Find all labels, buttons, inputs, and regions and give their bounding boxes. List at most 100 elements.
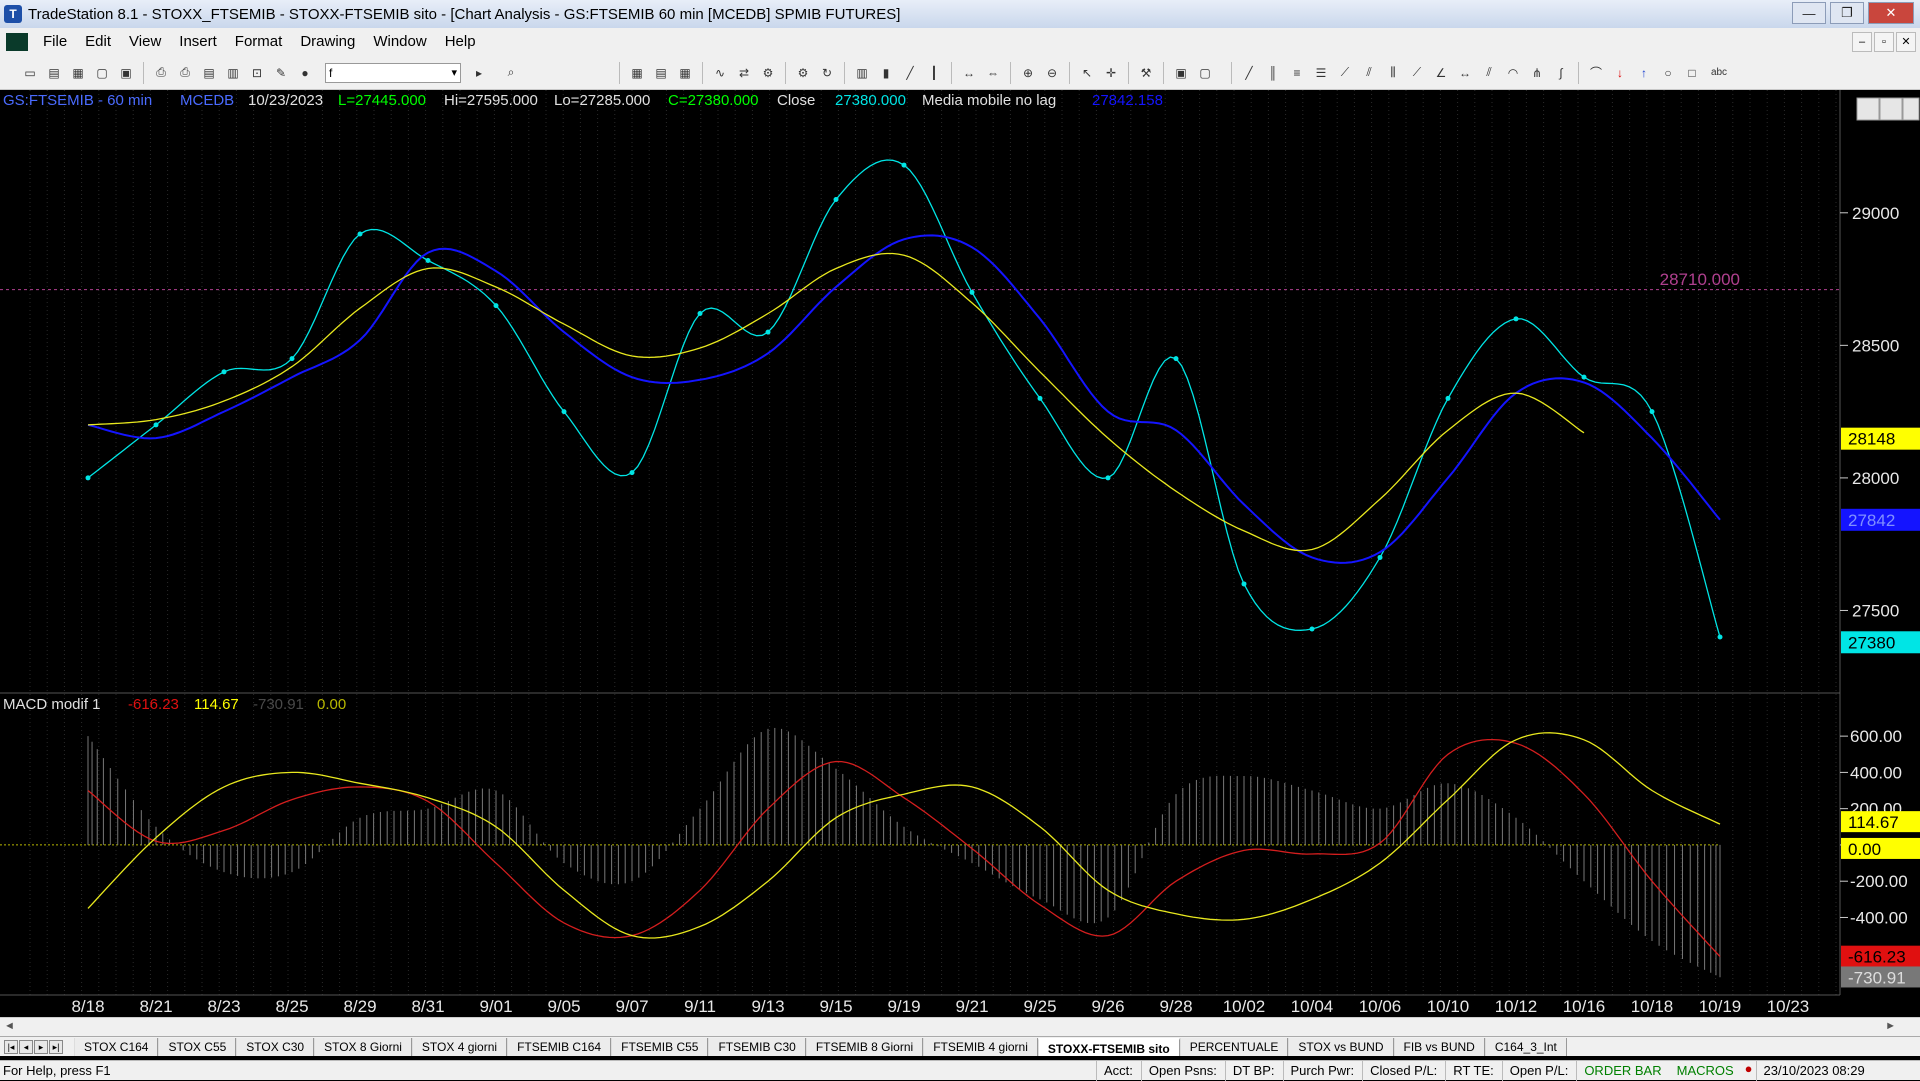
zoom-in-icon[interactable]: ⊕	[1018, 63, 1038, 83]
scroll-right-icon[interactable]: ►	[1885, 1020, 1896, 1032]
tab-first-icon[interactable]: |◂	[4, 1039, 18, 1054]
menu-view[interactable]: View	[120, 28, 170, 56]
freehand-icon[interactable]: ∫	[1551, 63, 1571, 83]
zoom-out-icon[interactable]: ⊖	[1042, 63, 1062, 83]
tab-stox-c55[interactable]: STOX C55	[158, 1037, 237, 1056]
pane-close-icon[interactable]	[1902, 97, 1920, 121]
tab-c164-3-int[interactable]: C164_3_Int	[1484, 1037, 1567, 1056]
arrow-down-icon[interactable]: ↓	[1610, 63, 1630, 83]
andrews-icon[interactable]: ⫽	[1359, 63, 1379, 83]
gann-icon[interactable]: ⫼	[1383, 63, 1403, 83]
menu-format[interactable]: Format	[226, 28, 292, 56]
tools-icon[interactable]: ⚒	[1136, 63, 1156, 83]
expand-icon[interactable]: ↔	[959, 63, 979, 83]
menu-edit[interactable]: Edit	[76, 28, 120, 56]
close-icon[interactable]: ✕	[1868, 2, 1914, 24]
hline-arrow-icon[interactable]: ↔	[1455, 63, 1475, 83]
tab-stox-c164[interactable]: STOX C164	[74, 1037, 159, 1056]
chart-area[interactable]: 27500280002850029000600.00400.00200.000.…	[0, 90, 1920, 1020]
color-icon[interactable]: ●	[295, 63, 315, 83]
insert-indicator-icon[interactable]: ∿	[710, 63, 730, 83]
doc-minimize-icon[interactable]: –	[1852, 32, 1872, 52]
format-symbol-icon[interactable]: ⚙	[793, 63, 813, 83]
chart-style-icon[interactable]: ▦	[627, 63, 647, 83]
curve-icon[interactable]: ⌒	[1586, 63, 1606, 83]
menu-file[interactable]: File	[34, 28, 76, 56]
bar-chart-icon[interactable]: ▥	[852, 63, 872, 83]
scroll-left-icon[interactable]: ◄	[4, 1020, 15, 1032]
print-icon[interactable]: ⎙	[151, 63, 171, 83]
pitchfork-icon[interactable]: ⋔	[1527, 63, 1547, 83]
grid-icon[interactable]: ▦	[675, 63, 695, 83]
tradestation-app-icon[interactable]: T	[4, 5, 22, 23]
lock-icon[interactable]: ⊡	[247, 63, 267, 83]
compress-icon[interactable]: ⇔	[983, 63, 1003, 83]
pane-restore-icon[interactable]	[1879, 97, 1903, 121]
doc-close-icon[interactable]: ✕	[1896, 32, 1916, 52]
new-icon[interactable]: ▭	[20, 63, 40, 83]
menu-drawing[interactable]: Drawing	[291, 28, 364, 56]
tab-ftsemib-c164[interactable]: FTSEMIB C164	[507, 1037, 612, 1056]
tab-percentuale[interactable]: PERCENTUALE	[1179, 1037, 1289, 1056]
ohlc-icon[interactable]: ┃	[924, 63, 944, 83]
tab-stoxx-ftsemib-sito[interactable]: STOXX-FTSEMIB sito	[1037, 1037, 1180, 1056]
macros-button[interactable]: MACROS	[1670, 1061, 1742, 1081]
vertical-lines-icon[interactable]: ║	[1263, 63, 1283, 83]
workspace-icon[interactable]: ▣	[1171, 63, 1191, 83]
tab-stox-4-giorni[interactable]: STOX 4 giorni	[411, 1037, 508, 1056]
arrow-up-icon[interactable]: ↑	[1634, 63, 1654, 83]
refresh-icon[interactable]: ↻	[817, 63, 837, 83]
drawing-icon[interactable]: ✎	[271, 63, 291, 83]
speed-lines-icon[interactable]: ⟋	[1335, 63, 1355, 83]
tab-stox-8-giorni[interactable]: STOX 8 Giorni	[314, 1037, 412, 1056]
symbol-input[interactable]: f	[325, 62, 461, 83]
tab-ftsemib-8-giorni[interactable]: FTSEMIB 8 Giorni	[805, 1037, 924, 1056]
horizontal-line-icon[interactable]: ≡	[1287, 63, 1307, 83]
tab-next-icon[interactable]: ▸	[34, 1039, 48, 1054]
rectangle-icon[interactable]: □	[1682, 63, 1702, 83]
menu-window[interactable]: Window	[364, 28, 435, 56]
pane-minimize-icon[interactable]	[1856, 97, 1880, 121]
print-preview-icon[interactable]: ⎙	[175, 63, 195, 83]
text-icon[interactable]: abc	[1706, 63, 1732, 83]
go-icon[interactable]: ▸	[469, 63, 489, 83]
horizontal-scrollbar[interactable]: ◄ ►	[0, 1017, 1920, 1036]
restore-icon[interactable]: ❐	[1830, 2, 1864, 24]
tab-prev-icon[interactable]: ◂	[19, 1039, 33, 1054]
doc-restore-icon[interactable]: ▫	[1874, 32, 1894, 52]
price-chart-svg[interactable]: 27500280002850029000600.00400.00200.000.…	[0, 90, 1920, 1017]
copy-icon[interactable]: ▥	[223, 63, 243, 83]
open-icon[interactable]: ▤	[44, 63, 64, 83]
cut-icon[interactable]: ▤	[199, 63, 219, 83]
menu-insert[interactable]: Insert	[170, 28, 226, 56]
save-icon[interactable]: ▣	[116, 63, 136, 83]
menu-help[interactable]: Help	[436, 28, 485, 56]
tab-last-icon[interactable]: ▸|	[49, 1039, 63, 1054]
chart-window-icon[interactable]	[6, 33, 28, 51]
angle-icon[interactable]: ∠	[1431, 63, 1451, 83]
minimize-icon[interactable]: —	[1792, 2, 1826, 24]
tab-ftsemib-4-giorni[interactable]: FTSEMIB 4 giorni	[923, 1037, 1038, 1056]
fib-icon[interactable]: ☰	[1311, 63, 1331, 83]
pointer-icon[interactable]: ↖	[1077, 63, 1097, 83]
tab-ftsemib-c55[interactable]: FTSEMIB C55	[611, 1037, 709, 1056]
tab-stox-vs-bund[interactable]: STOX vs BUND	[1288, 1037, 1394, 1056]
format-icon[interactable]: ⚙	[758, 63, 778, 83]
ellipse-icon[interactable]: ○	[1658, 63, 1678, 83]
channel-icon[interactable]: ⫽	[1479, 63, 1499, 83]
tab-fib-vs-bund[interactable]: FIB vs BUND	[1393, 1037, 1485, 1056]
regression-icon[interactable]: ⟋	[1407, 63, 1427, 83]
arc-icon[interactable]: ◠	[1503, 63, 1523, 83]
tab-ftsemib-c30[interactable]: FTSEMIB C30	[708, 1037, 806, 1056]
line-chart-icon[interactable]: ╱	[900, 63, 920, 83]
save-all-icon[interactable]: ▦	[68, 63, 88, 83]
tab-stox-c30[interactable]: STOX C30	[236, 1037, 315, 1056]
data-window-icon[interactable]: ▤	[651, 63, 671, 83]
insert-strategy-icon[interactable]: ⇄	[734, 63, 754, 83]
window-icon[interactable]: ▢	[1195, 63, 1215, 83]
crosshair-icon[interactable]: ✛	[1101, 63, 1121, 83]
trendline-icon[interactable]: ╱	[1239, 63, 1259, 83]
candle-icon[interactable]: ▮	[876, 63, 896, 83]
symbol-lookup-icon[interactable]: ⌕	[501, 63, 521, 83]
new-window-icon[interactable]: ▢	[92, 63, 112, 83]
